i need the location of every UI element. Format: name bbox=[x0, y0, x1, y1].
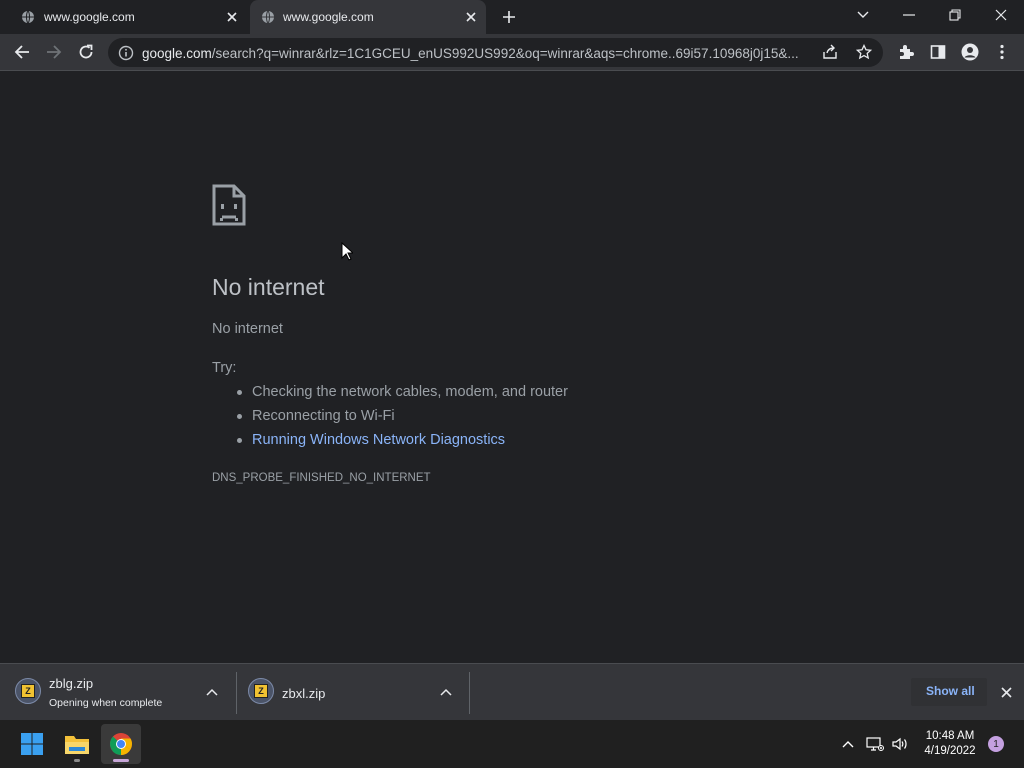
profile-icon bbox=[961, 43, 979, 61]
windows-start-icon bbox=[21, 733, 43, 755]
side-panel-icon bbox=[930, 45, 946, 59]
profile-button[interactable] bbox=[958, 40, 982, 64]
download-options-button[interactable] bbox=[439, 685, 453, 699]
network-icon bbox=[866, 737, 884, 751]
info-icon[interactable] bbox=[118, 45, 134, 61]
error-subtitle: No internet bbox=[212, 321, 283, 337]
clock-date: 4/19/2022 bbox=[924, 745, 976, 757]
download-item-zblg[interactable]: Z zblg.zip Opening when complete bbox=[0, 664, 236, 720]
new-tab-button[interactable] bbox=[499, 7, 519, 27]
back-button[interactable] bbox=[10, 40, 34, 64]
network-status-button[interactable] bbox=[865, 734, 885, 754]
network-diagnostics-link[interactable]: Running Windows Network Diagnostics bbox=[237, 432, 568, 456]
suggestion-list: Checking the network cables, modem, and … bbox=[237, 384, 568, 456]
reload-icon bbox=[79, 44, 93, 59]
close-icon bbox=[227, 12, 237, 22]
winrar-icon: Z bbox=[248, 678, 274, 704]
chrome-taskbar-button[interactable] bbox=[101, 724, 141, 764]
close-shelf-button[interactable] bbox=[998, 684, 1014, 700]
shelf-divider bbox=[469, 672, 470, 714]
minimize-button[interactable] bbox=[897, 5, 921, 25]
kebab-menu-icon bbox=[1000, 44, 1004, 60]
tab-1[interactable]: www.google.com bbox=[0, 0, 248, 34]
tab-title: www.google.com bbox=[44, 10, 135, 24]
close-tab-button[interactable] bbox=[462, 8, 480, 26]
forward-icon bbox=[47, 45, 62, 59]
restore-button[interactable] bbox=[943, 5, 967, 25]
system-clock[interactable]: 10:48 AM 4/19/2022 bbox=[920, 729, 980, 759]
browser-toolbar: google.com/search?q=winrar&rlz=1C1GCEU_e… bbox=[0, 34, 1024, 71]
tab-2-active[interactable]: www.google.com bbox=[250, 0, 486, 34]
notification-badge[interactable]: 1 bbox=[988, 736, 1004, 752]
close-window-button[interactable] bbox=[989, 5, 1013, 25]
reload-button[interactable] bbox=[74, 40, 98, 64]
back-icon bbox=[14, 45, 29, 59]
error-title: No internet bbox=[212, 274, 325, 300]
side-panel-button[interactable] bbox=[926, 40, 950, 64]
download-filename: zblg.zip bbox=[49, 676, 94, 691]
minimize-icon bbox=[903, 14, 915, 16]
show-all-button[interactable]: Show all bbox=[926, 684, 975, 698]
globe-icon bbox=[260, 9, 276, 25]
file-explorer-icon bbox=[65, 736, 89, 754]
chevron-up-icon bbox=[842, 741, 854, 748]
chevron-up-icon bbox=[206, 688, 218, 696]
globe-icon bbox=[20, 9, 36, 25]
chrome-icon bbox=[110, 733, 132, 755]
taskbar: 10:48 AM 4/19/2022 1 bbox=[0, 720, 1024, 768]
close-icon bbox=[1000, 686, 1012, 698]
chevron-down-icon bbox=[857, 11, 869, 18]
close-tab-button[interactable] bbox=[223, 8, 241, 26]
download-status: Opening when complete bbox=[49, 697, 163, 709]
page-content: No internet No internet Try: Checking th… bbox=[0, 71, 1024, 663]
download-filename: zbxl.zip bbox=[282, 686, 326, 701]
address-bar[interactable]: google.com/search?q=winrar&rlz=1C1GCEU_e… bbox=[108, 38, 883, 67]
share-icon[interactable] bbox=[822, 44, 838, 65]
download-options-button[interactable] bbox=[205, 685, 219, 699]
chevron-up-icon bbox=[440, 688, 452, 696]
running-indicator bbox=[113, 759, 129, 762]
tab-strip: www.google.com www.google.com bbox=[0, 0, 1024, 34]
download-item-zbxl[interactable]: Z zbxl.zip bbox=[237, 664, 469, 720]
url-path: /search?q=winrar&rlz=1C1GCEU_enUS992US99… bbox=[211, 46, 799, 61]
volume-icon bbox=[892, 737, 907, 751]
running-indicator bbox=[74, 759, 80, 762]
clock-time: 10:48 AM bbox=[925, 730, 975, 742]
tab-search-button[interactable] bbox=[851, 5, 875, 25]
error-code: DNS_PROBE_FINISHED_NO_INTERNET bbox=[212, 472, 431, 484]
file-explorer-button[interactable] bbox=[57, 724, 97, 764]
puzzle-icon bbox=[900, 45, 914, 59]
extensions-button[interactable] bbox=[894, 40, 918, 64]
suggestion-check-cables: Checking the network cables, modem, and … bbox=[237, 384, 568, 408]
forward-button[interactable] bbox=[42, 40, 66, 64]
plus-icon bbox=[503, 11, 515, 23]
volume-button[interactable] bbox=[890, 734, 910, 754]
sad-page-icon bbox=[212, 184, 246, 231]
restore-icon bbox=[949, 9, 961, 21]
show-hidden-icons-button[interactable] bbox=[838, 734, 858, 754]
tab-title: www.google.com bbox=[283, 10, 374, 24]
browser-menu-button[interactable] bbox=[990, 40, 1014, 64]
star-icon[interactable] bbox=[855, 43, 873, 65]
try-label: Try: bbox=[212, 360, 237, 376]
suggestion-reconnect-wifi: Reconnecting to Wi-Fi bbox=[237, 408, 568, 432]
mouse-cursor-icon bbox=[341, 241, 355, 266]
url-text[interactable]: google.com/search?q=winrar&rlz=1C1GCEU_e… bbox=[142, 46, 818, 61]
start-button[interactable] bbox=[12, 724, 52, 764]
winrar-icon: Z bbox=[15, 678, 41, 704]
close-icon bbox=[995, 9, 1007, 21]
url-host: google.com bbox=[142, 46, 212, 61]
close-icon bbox=[466, 12, 476, 22]
download-shelf: Z zblg.zip Opening when complete Z zbxl.… bbox=[0, 663, 1024, 720]
